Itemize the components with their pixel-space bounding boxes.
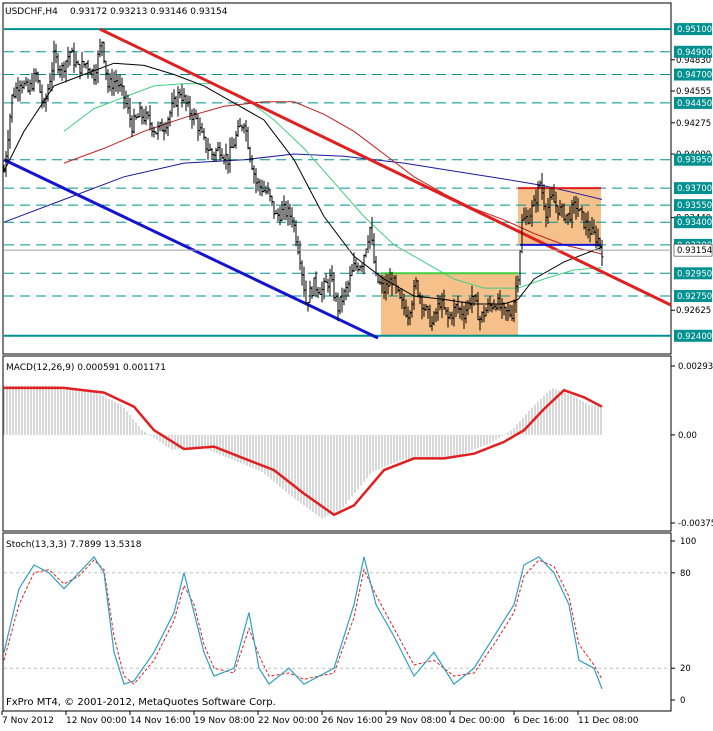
time-tick-label: 19 Nov 08:00 <box>194 716 255 726</box>
stoch-tick-label: 0 <box>680 696 685 706</box>
stoch-tick-label: 80 <box>680 569 691 579</box>
level-label: 0.93400 <box>677 218 712 228</box>
level-label: 0.94450 <box>677 99 712 109</box>
price-tick-label: 0.94555 <box>676 87 711 97</box>
level-label: 0.92750 <box>677 292 712 302</box>
chart-window: 0.948300.945550.942750.940000.934400.926… <box>0 0 713 727</box>
level-label: 0.95100 <box>677 25 712 35</box>
price-tick-label: 0.92625 <box>676 306 711 316</box>
time-tick-label: 14 Nov 16:00 <box>130 716 191 726</box>
chart-header: USDCHF,H4 <box>5 7 58 17</box>
level-label: 0.94900 <box>677 48 712 58</box>
level-label: 0.93550 <box>677 201 712 211</box>
stoch-pane-frame <box>2 532 672 712</box>
current-price-label: 0.93154 <box>677 246 712 256</box>
level-label: 0.92950 <box>677 269 712 279</box>
copyright-text: FxPro MT4, © 2001-2012, MetaQuotes Softw… <box>6 697 276 708</box>
time-tick-label: 6 Dec 16:00 <box>514 716 569 726</box>
time-tick-label: 29 Nov 08:00 <box>386 716 447 726</box>
price-tick-label: 0.94275 <box>676 119 711 129</box>
level-label: 0.93950 <box>677 156 712 166</box>
stoch-header: Stoch(13,3,3) 7.7899 13.5318 <box>6 540 142 550</box>
level-label: 0.93700 <box>677 184 712 194</box>
level-label: 0.92400 <box>677 332 712 342</box>
time-tick-label: 12 Nov 00:00 <box>66 716 127 726</box>
level-label: 0.94700 <box>677 71 712 81</box>
time-tick-label: 22 Nov 00:00 <box>258 716 319 726</box>
stoch-tick-label: 20 <box>680 664 691 674</box>
time-tick-label: 26 Nov 16:00 <box>322 716 383 726</box>
macd-tick-label: 0.00 <box>678 431 697 441</box>
time-tick-label: 4 Dec 00:00 <box>450 716 505 726</box>
stoch-tick-label: 100 <box>680 537 696 547</box>
time-axis: 7 Nov 2012 12 Nov 00:00 14 Nov 16:00 19 Nov… <box>1 711 639 726</box>
macd-header: MACD(12,26,9) 0.000591 0.001171 <box>6 363 166 373</box>
time-tick-label: 11 Dec 08:00 <box>578 716 639 726</box>
chart-canvas[interactable]: 0.948300.945550.942750.940000.934400.926… <box>0 0 713 727</box>
ohlc-readout: 0.93172 0.93213 0.93146 0.93154 <box>70 7 228 17</box>
price-pane-frame <box>2 2 672 355</box>
time-tick-label: 7 Nov 2012 <box>2 716 54 726</box>
macd-tick-label: -0.00375 <box>678 519 713 529</box>
macd-tick-label: 0.00293 <box>678 362 713 372</box>
